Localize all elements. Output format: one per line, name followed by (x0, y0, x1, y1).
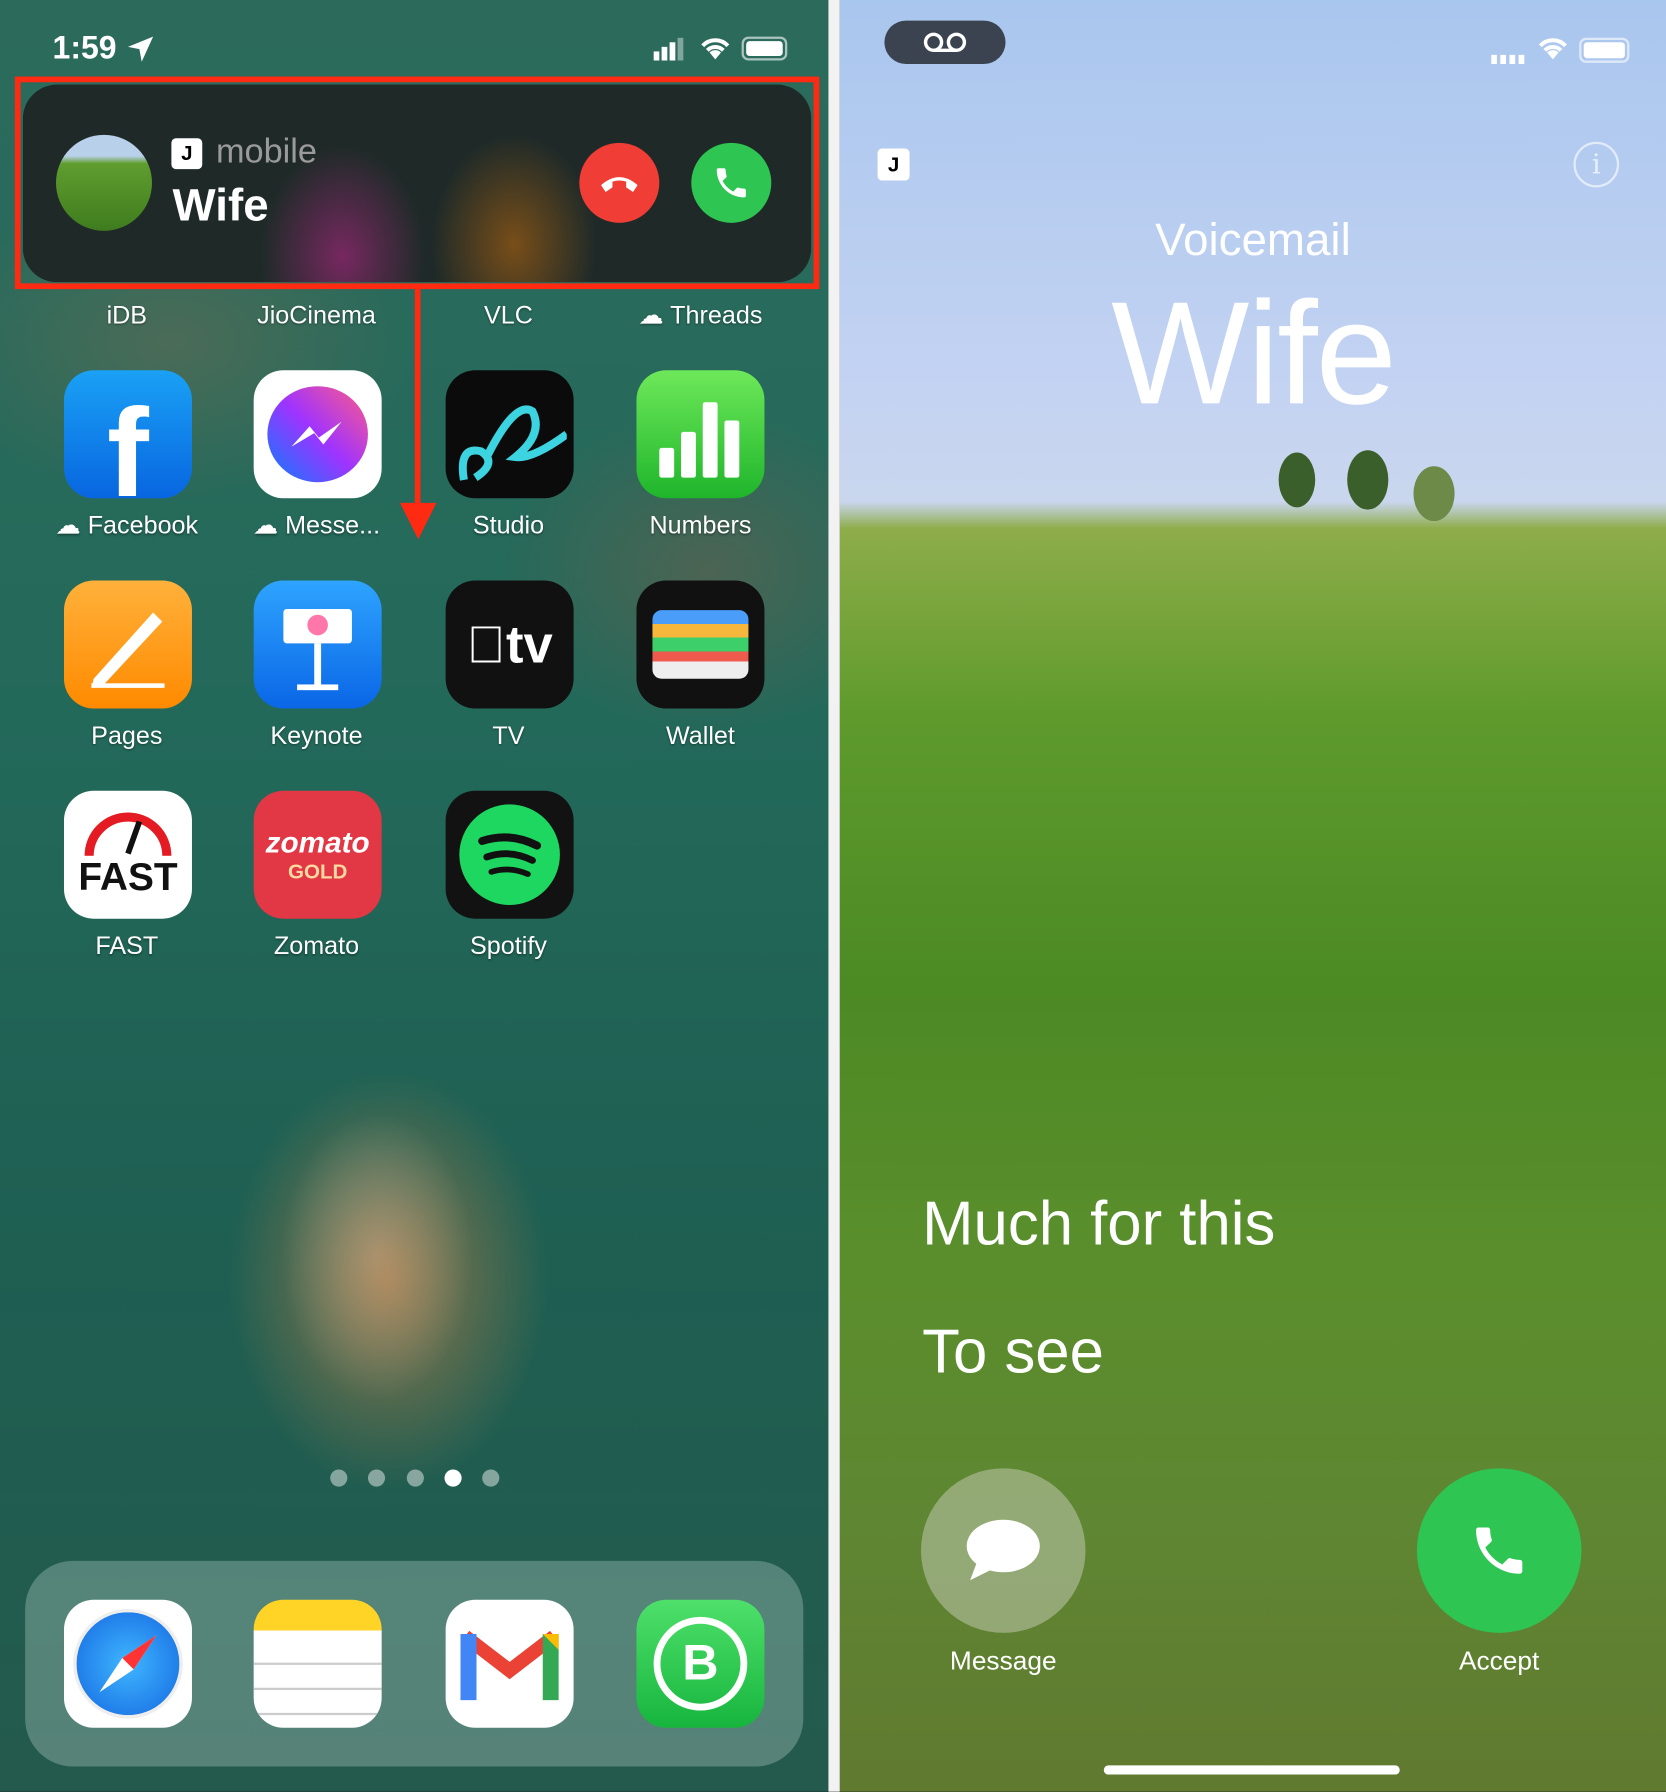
podium-icon (283, 609, 352, 691)
app-label: Pages (91, 721, 163, 750)
apple-logo-icon:  (467, 614, 506, 676)
dock-safari[interactable] (63, 1599, 192, 1728)
notes-lines-icon (253, 1662, 382, 1716)
app-label: Wallet (665, 721, 735, 750)
caller-name: Wife (172, 180, 269, 231)
wifi-icon (701, 38, 730, 60)
home-screen: 1:59 J mobile Wife iDB JioCinema VLC ☁︎ … (0, 0, 829, 1792)
gmail-logo-icon (460, 1630, 559, 1701)
app-wallet[interactable] (636, 580, 765, 709)
battery-icon (741, 36, 788, 61)
dock-gmail[interactable] (445, 1599, 574, 1728)
incoming-call-screen: J i Voicemail Wife Much for this To see … (839, 0, 1666, 1792)
icloud-download-icon: ☁︎ (252, 510, 286, 540)
numbers-chart-icon (659, 402, 740, 478)
studio-logo-icon (458, 405, 567, 481)
info-button[interactable]: i (1573, 141, 1620, 188)
app-label-vlc[interactable]: VLC (411, 301, 605, 331)
battery-icon (1579, 37, 1630, 63)
info-icon: i (1591, 148, 1601, 181)
app-label: TV (492, 721, 525, 750)
sim-badge: J (877, 148, 910, 181)
app-label: FAST (95, 931, 159, 960)
incoming-call-banner[interactable]: J mobile Wife (22, 84, 812, 283)
dock-notes[interactable] (253, 1599, 382, 1728)
app-pages[interactable] (63, 580, 192, 709)
app-messenger[interactable] (253, 370, 382, 499)
sim-badge: J (171, 138, 203, 170)
icloud-download-icon: ☁︎ (638, 300, 671, 330)
page-dot[interactable] (367, 1469, 386, 1487)
app-spotify[interactable] (445, 790, 574, 919)
call-subtitle: Voicemail (1155, 214, 1351, 266)
app-label-jiocinema[interactable]: JioCinema (219, 301, 413, 331)
app-label: Studio (472, 510, 545, 540)
call-type-label: mobile (215, 132, 317, 171)
app-zomato[interactable]: zomato GOLD (253, 790, 382, 919)
phone-icon (1476, 1527, 1523, 1574)
cellular-signal-icon (653, 37, 684, 61)
page-dot[interactable] (406, 1469, 424, 1487)
accept-label: Accept (1458, 1645, 1540, 1676)
phone-down-icon (601, 177, 638, 192)
decline-call-button[interactable] (579, 142, 660, 223)
app-label-idb[interactable]: iDB (30, 301, 224, 331)
page-dot-active[interactable] (444, 1469, 462, 1487)
voicemail-indicator[interactable] (884, 20, 1006, 64)
icloud-download-icon: ☁︎ (55, 510, 88, 540)
whatsapp-business-logo-icon: B (653, 1616, 748, 1711)
messenger-logo-icon (267, 386, 368, 483)
voicemail-icon (923, 32, 967, 52)
app-numbers[interactable] (636, 370, 765, 499)
location-arrow-icon (127, 36, 154, 62)
cellular-signal-icon (1491, 54, 1525, 64)
accept-button[interactable] (1416, 1468, 1582, 1633)
page-dot[interactable] (482, 1469, 500, 1487)
app-label: Keynote (270, 721, 363, 750)
app-tv[interactable]: tv (445, 580, 574, 709)
live-voicemail-text-line: To see (922, 1317, 1104, 1387)
dock-whatsapp-business[interactable]: B (636, 1599, 765, 1728)
message-bubble-icon (966, 1519, 1040, 1581)
app-label: Spotify (470, 931, 547, 960)
page-dot[interactable] (330, 1469, 348, 1487)
speedometer-icon (84, 811, 172, 856)
app-label: Numbers (649, 510, 752, 540)
app-fast[interactable]: FAST (63, 790, 192, 919)
caller-name: Wife (1111, 271, 1397, 436)
home-indicator[interactable] (1103, 1765, 1400, 1775)
compass-icon (73, 1608, 183, 1719)
status-time: 1:59 (52, 29, 117, 66)
app-label: Zomato (273, 931, 360, 960)
wifi-icon (1538, 38, 1567, 60)
screenshot-divider (828, 0, 840, 1792)
app-studio[interactable] (445, 370, 574, 499)
message-label: Message (949, 1645, 1057, 1676)
app-label-threads[interactable]: ☁︎ Threads (603, 301, 797, 331)
trees-decoration (1278, 450, 1455, 522)
app-label: ☁︎ Facebook (55, 510, 199, 540)
wallet-cards-icon (652, 610, 749, 679)
message-button[interactable] (920, 1468, 1086, 1633)
facebook-logo-icon: f (107, 382, 149, 499)
app-keynote[interactable] (253, 580, 382, 709)
spotify-logo-icon (459, 804, 560, 905)
app-facebook[interactable]: f (63, 370, 192, 499)
phone-icon (716, 168, 746, 198)
app-label: ☁︎ Messe... (252, 510, 381, 540)
caller-avatar (55, 134, 152, 231)
live-voicemail-text-line: Much for this (922, 1189, 1276, 1259)
pen-icon (91, 612, 165, 688)
accept-call-button[interactable] (691, 142, 772, 223)
